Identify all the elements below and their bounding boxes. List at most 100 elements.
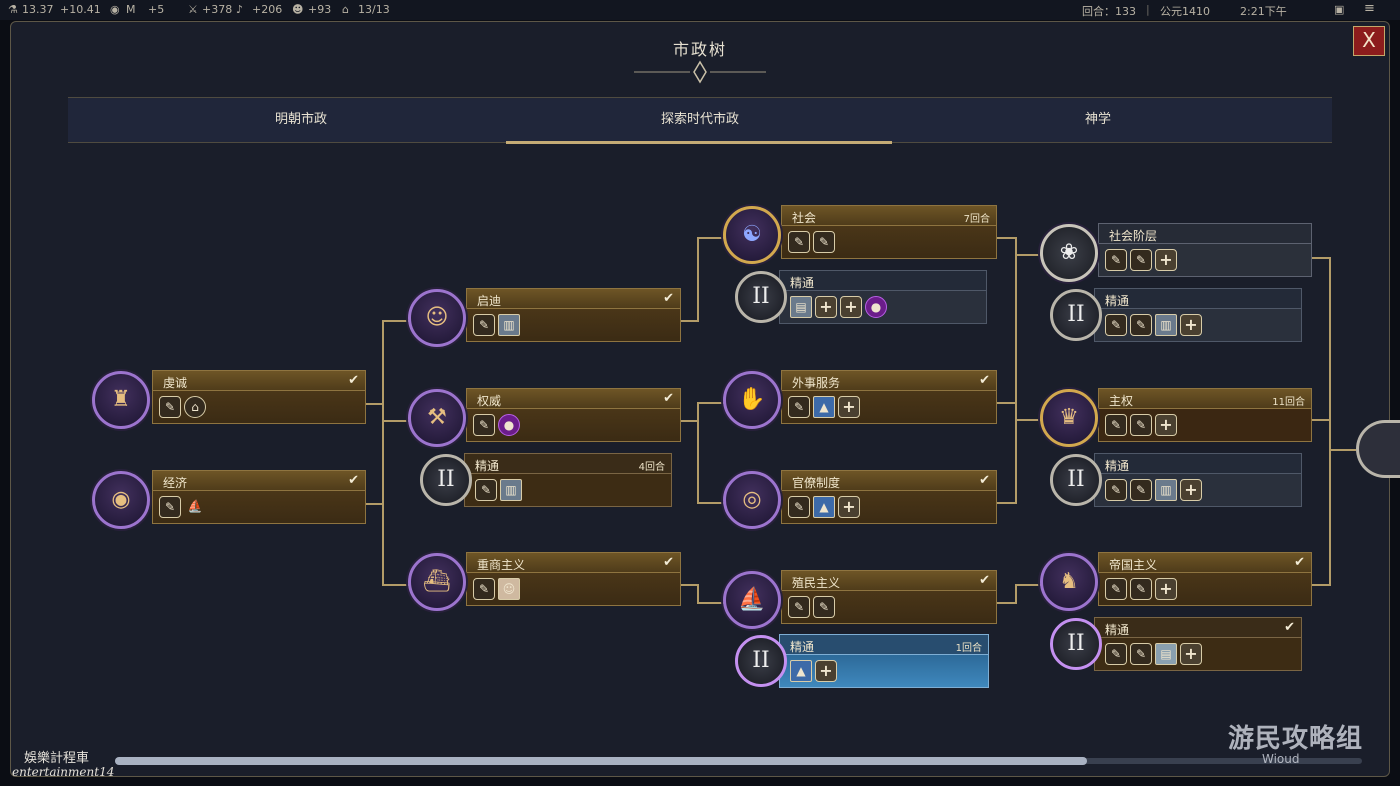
node-header: 精通 ✔: [1094, 617, 1302, 637]
civic-node-zhimin[interactable]: 殖民主义 ✔ ✎ ✎ ⛵: [723, 570, 999, 630]
gate-building-icon[interactable]: ▥: [1155, 479, 1177, 501]
quill-icon[interactable]: ✎: [1130, 479, 1152, 501]
watermark-subtext: entertainment14: [12, 765, 115, 779]
civic-node-qidi[interactable]: 启迪 ✔ ✎ ▥ ☺: [408, 288, 683, 348]
civic-node-qiancheng[interactable]: 虔诚 ✔ ✎ ⌂ ♜: [92, 370, 368, 430]
quill-icon[interactable]: ✎: [1130, 578, 1152, 600]
check-icon: ✔: [1284, 620, 1295, 635]
palace-building-icon[interactable]: ▲: [790, 660, 812, 682]
plus-icon[interactable]: +: [1180, 479, 1202, 501]
quill-icon[interactable]: ✎: [159, 496, 181, 518]
plus-icon[interactable]: +: [815, 660, 837, 682]
node-header: 重商主义 ✔: [466, 552, 681, 572]
civic-name: 帝国主义: [1109, 558, 1158, 572]
node-body: ✎ ▥: [464, 473, 672, 507]
watermark-text: 娛樂計程車: [24, 751, 90, 766]
node-header: 外事服务 ✔: [781, 370, 997, 390]
mastery-badge: II: [735, 271, 787, 323]
quill-icon[interactable]: ✎: [1130, 414, 1152, 436]
quill-icon[interactable]: ✎: [788, 396, 810, 418]
quill-icon[interactable]: ✎: [813, 596, 835, 618]
mastery-badge: II: [1050, 454, 1102, 506]
quill-icon[interactable]: ✎: [1105, 643, 1127, 665]
check-icon: ✔: [979, 373, 990, 388]
plus-icon[interactable]: +: [1180, 314, 1202, 336]
quill-icon[interactable]: ✎: [1130, 314, 1152, 336]
civic-name: 重商主义: [477, 558, 526, 572]
quill-icon[interactable]: ✎: [788, 231, 810, 253]
quill-icon[interactable]: ✎: [473, 578, 495, 600]
mastery-node-diguo[interactable]: 精通 ✔ ✎ ✎ ▤ + II: [1050, 617, 1302, 673]
node-header: 精通: [1094, 453, 1302, 473]
civic-node-shehui[interactable]: 社会 7回合 ✎ ✎ ☯: [723, 205, 999, 265]
node-header: 精通: [1094, 288, 1302, 308]
mastery-badge: II: [1050, 618, 1102, 670]
civic-node-shehuijieceng[interactable]: 社会阶层 ✎ ✎ + ❀: [1040, 223, 1314, 283]
plus-icon[interactable]: +: [1155, 578, 1177, 600]
quill-icon[interactable]: ✎: [159, 396, 181, 418]
horizontal-scrollbar-thumb[interactable]: [115, 757, 1087, 765]
gate-building-icon[interactable]: ▥: [1155, 314, 1177, 336]
plus-icon[interactable]: +: [1180, 643, 1202, 665]
civic-node-quanwei[interactable]: 权威 ✔ ✎ ● ⚒: [408, 388, 683, 448]
civic-node-jingji[interactable]: 经济 ✔ ✎ ⛵ ◉: [92, 470, 368, 530]
plus-icon[interactable]: +: [840, 296, 862, 318]
civic-node-waishi[interactable]: 外事服务 ✔ ✎ ▲ + ✋: [723, 370, 999, 430]
purple-gem-icon[interactable]: ●: [498, 414, 520, 436]
node-header: 经济 ✔: [152, 470, 366, 490]
quill-icon[interactable]: ✎: [1105, 479, 1127, 501]
plus-icon[interactable]: +: [1155, 249, 1177, 271]
merchant-unit-icon[interactable]: ☺: [498, 578, 520, 600]
plus-icon[interactable]: +: [838, 496, 860, 518]
node-body: ✎ ●: [466, 408, 681, 442]
civic-name: 虔诚: [163, 376, 188, 390]
plus-icon[interactable]: +: [1155, 414, 1177, 436]
watermark-logo: 游民攻略组: [1228, 724, 1364, 754]
node-body: ✎ ✎ +: [1098, 243, 1312, 277]
plus-icon[interactable]: +: [838, 396, 860, 418]
quill-icon[interactable]: ✎: [1130, 643, 1152, 665]
palace-building-icon[interactable]: ▲: [813, 496, 835, 518]
building-icon[interactable]: ▤: [790, 296, 812, 318]
civic-node-zhongshang[interactable]: 重商主义 ✔ ✎ ☺ ⛴: [408, 552, 683, 612]
mastery-node-zhuquan[interactable]: 精通 ✎ ✎ ▥ + II: [1050, 453, 1302, 509]
quill-icon[interactable]: ✎: [1105, 314, 1127, 336]
quill-icon[interactable]: ✎: [1130, 249, 1152, 271]
civic-name: 外事服务: [792, 376, 841, 390]
node-body: ▲ +: [779, 654, 989, 688]
mastery-node-zhimin[interactable]: 精通 1回合 ▲ + II: [735, 634, 989, 690]
check-icon: ✔: [663, 391, 674, 406]
purple-gem-icon[interactable]: ●: [865, 296, 887, 318]
node-header: 社会阶层: [1098, 223, 1312, 243]
harbor-building-icon[interactable]: ▤: [1155, 643, 1177, 665]
mastery-node-shehui[interactable]: 精通 ▤ + + ● II: [735, 270, 987, 326]
crown-icon: ♛: [1040, 389, 1098, 447]
civic-node-zhuquan[interactable]: 主权 11回合 ✎ ✎ + ♛: [1040, 388, 1314, 448]
check-icon: ✔: [663, 555, 674, 570]
library-building-icon[interactable]: ▥: [500, 479, 522, 501]
turns-remaining: 1回合: [955, 643, 982, 654]
mastery-node-quanwei[interactable]: 精通 4回合 ✎ ▥ II: [420, 453, 672, 509]
mastery-node-shehuijieceng[interactable]: 精通 ✎ ✎ ▥ + II: [1050, 288, 1302, 344]
quill-icon[interactable]: ✎: [473, 314, 495, 336]
quill-icon[interactable]: ✎: [1105, 414, 1127, 436]
ruff-collar-icon: ❀: [1040, 224, 1098, 282]
mastery-label: 精通: [790, 276, 815, 290]
embassy-building-icon[interactable]: ▲: [813, 396, 835, 418]
civic-node-guanliao[interactable]: 官僚制度 ✔ ✎ ▲ + ◎: [723, 470, 999, 530]
mastery-label: 精通: [1105, 294, 1130, 308]
quill-icon[interactable]: ✎: [475, 479, 497, 501]
quill-icon[interactable]: ✎: [1105, 249, 1127, 271]
quill-icon[interactable]: ✎: [788, 596, 810, 618]
node-body: ▤ + + ●: [779, 290, 987, 324]
library-building-icon[interactable]: ▥: [498, 314, 520, 336]
quill-icon[interactable]: ✎: [1105, 578, 1127, 600]
quill-icon[interactable]: ✎: [788, 496, 810, 518]
quill-icon[interactable]: ✎: [813, 231, 835, 253]
trade-route-icon[interactable]: ⛵: [184, 496, 206, 518]
plus-icon[interactable]: +: [815, 296, 837, 318]
civic-node-diguo[interactable]: 帝国主义 ✔ ✎ ✎ + ♞: [1040, 552, 1314, 612]
dome-building-icon[interactable]: ⌂: [184, 396, 206, 418]
quill-icon[interactable]: ✎: [473, 414, 495, 436]
node-body: ✎ ⌂: [152, 390, 366, 424]
